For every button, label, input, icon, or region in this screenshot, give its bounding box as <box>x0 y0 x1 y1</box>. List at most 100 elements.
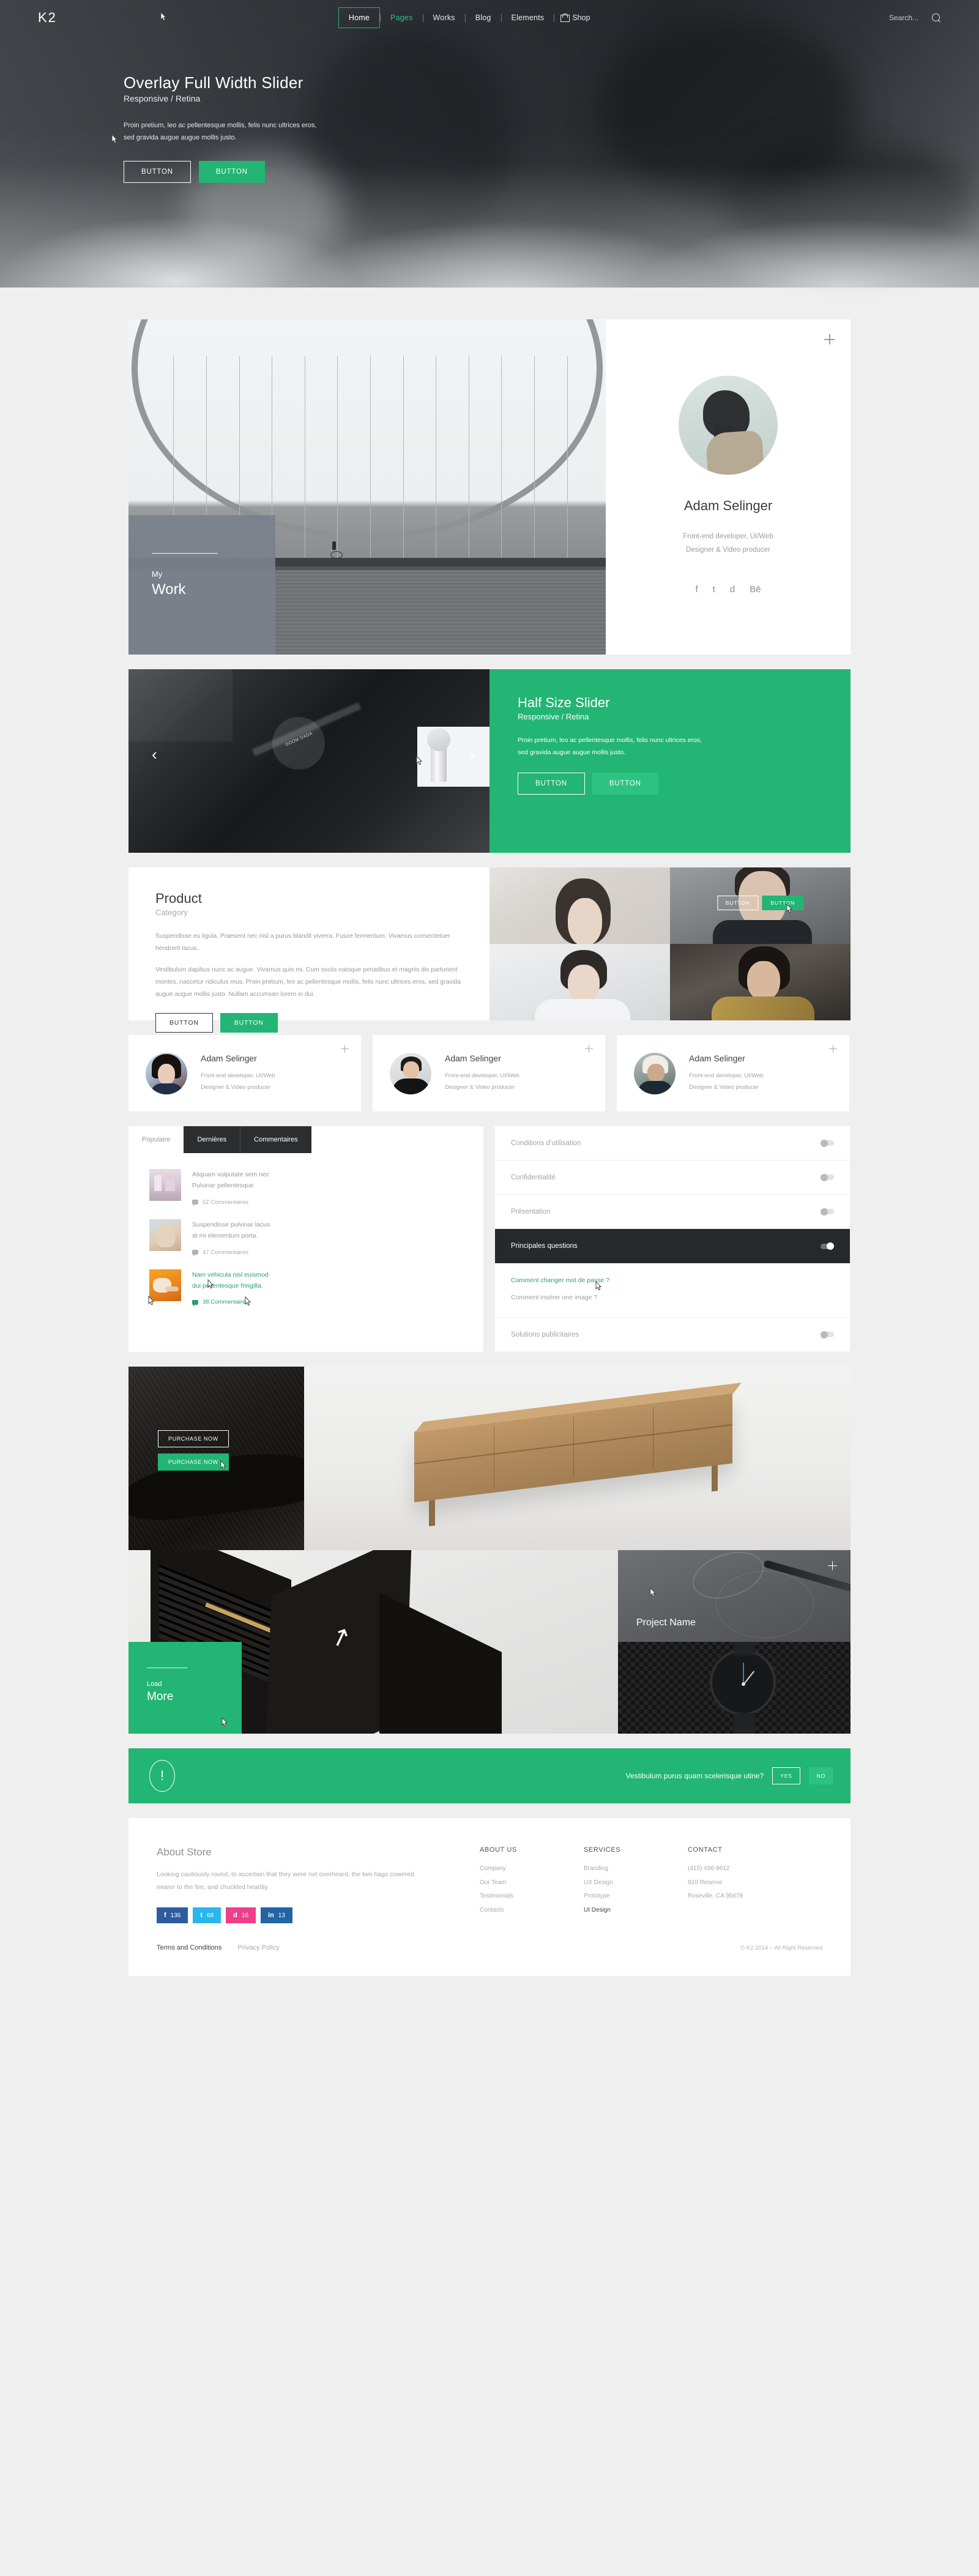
twitter-icon: t <box>200 1912 203 1919</box>
footer-link-our-team[interactable]: Our Team <box>480 1876 584 1890</box>
accordion-label: Conditions d’utilisation <box>511 1139 581 1147</box>
behance-icon[interactable]: Bē <box>750 584 761 595</box>
twitter-share-button[interactable]: t 68 <box>193 1907 221 1923</box>
team-card[interactable]: Adam Selinger Front-end developer, UI/We… <box>373 1035 605 1112</box>
post-title[interactable]: Nam vehicula nisl euismod dui pellentesq… <box>192 1269 269 1292</box>
toggle-switch[interactable] <box>821 1331 834 1338</box>
team-card[interactable]: Adam Selinger Front-end developer, UI/We… <box>128 1035 361 1112</box>
contact-city: Roseville, CA 95678 <box>688 1893 743 1899</box>
slider-prev-arrow[interactable]: ‹ <box>152 745 157 764</box>
nav-item-elements[interactable]: Elements <box>502 8 554 28</box>
work-image[interactable]: My Work <box>128 319 606 655</box>
toggle-switch[interactable] <box>821 1173 834 1181</box>
plus-icon[interactable] <box>341 1045 349 1053</box>
privacy-link[interactable]: Privacy Policy <box>237 1944 279 1951</box>
tab-dernieres[interactable]: Dernières <box>184 1126 240 1153</box>
gallery-column-right: Project Name <box>618 1550 851 1734</box>
half-slider-buttons: BUTTON BUTTON <box>518 772 851 795</box>
team-role-line1: Front-end developer, UI/Web <box>689 1072 764 1080</box>
site-logo[interactable]: K2 <box>38 10 57 26</box>
facebook-icon[interactable]: f <box>695 584 698 595</box>
nav-item-home[interactable]: Home <box>338 7 381 28</box>
product-tile[interactable]: BUTTON BUTTON <box>670 867 851 944</box>
tile-primary-button[interactable]: BUTTON <box>762 896 804 910</box>
load-more-panel[interactable]: Load More <box>128 1642 242 1734</box>
facebook-share-button[interactable]: f 136 <box>157 1907 188 1923</box>
gallery-row-1: PURCHASE NOW PURCHASE NOW <box>128 1367 851 1550</box>
list-item[interactable]: Aliquam vulputate sem nec Pulvinar pelle… <box>149 1169 483 1207</box>
profile-role-line2: Designer & Video producer <box>686 546 770 554</box>
list-item[interactable]: Suspendisse pulvinar lacus at mi element… <box>149 1219 483 1256</box>
hero-primary-button[interactable]: BUTTON <box>198 160 265 183</box>
plus-icon[interactable] <box>585 1045 593 1053</box>
accordion-row-presentation[interactable]: Présentation <box>495 1195 850 1229</box>
project-name: Project Name <box>636 1617 696 1628</box>
purchase-primary-button[interactable]: PURCHASE NOW <box>158 1453 229 1471</box>
footer-link-company[interactable]: Company <box>480 1862 584 1876</box>
footer-link-list: Branding UX Design Prototype UI Design <box>584 1862 688 1917</box>
gallery-tile-watch[interactable] <box>618 1642 851 1734</box>
team-member-name: Adam Selinger <box>201 1053 257 1064</box>
product-ghost-button[interactable]: BUTTON <box>155 1013 213 1033</box>
comment-icon <box>192 1200 198 1207</box>
nav-item-works[interactable]: Works <box>423 8 465 28</box>
product-primary-button[interactable]: BUTTON <box>220 1013 278 1033</box>
accordion-row-principales-questions[interactable]: Principales questions <box>495 1229 850 1263</box>
half-slider-primary-button[interactable]: BUTTON <box>592 772 658 795</box>
alert-no-button[interactable]: NO <box>808 1767 833 1784</box>
product-tile[interactable] <box>670 944 851 1020</box>
toggle-switch[interactable] <box>821 1208 834 1216</box>
terms-link[interactable]: Terms and Conditions <box>157 1944 221 1951</box>
accordion-row-conditions[interactable]: Conditions d’utilisation <box>495 1126 850 1160</box>
dribbble-icon[interactable]: d <box>730 584 735 595</box>
gallery-tile-furniture[interactable] <box>304 1367 851 1550</box>
alert-yes-button[interactable]: YES <box>772 1767 800 1784</box>
product-tile[interactable] <box>489 944 670 1020</box>
footer-contact-list: (415) 496-9612 920 Reserve Roseville, CA… <box>688 1862 822 1904</box>
toggle-switch[interactable] <box>821 1139 834 1147</box>
list-item[interactable]: Nam vehicula nisl euismod dui pellentesq… <box>148 1269 483 1307</box>
footer-link-testimonials[interactable]: Testimonials <box>480 1890 584 1904</box>
footer-link-ux-design[interactable]: UX Design <box>584 1876 688 1890</box>
slider-thumbnail[interactable] <box>417 727 489 787</box>
toggle-switch[interactable] <box>821 1242 834 1250</box>
tab-populaire[interactable]: Populaire <box>128 1126 184 1153</box>
nav-item-pages[interactable]: Pages <box>381 8 422 28</box>
tab-commentaires[interactable]: Commentaires <box>240 1126 311 1153</box>
dribbble-icon: d <box>233 1912 237 1919</box>
accordion-row-confidentialite[interactable]: Confidentialité <box>495 1160 850 1195</box>
hero-ghost-button[interactable]: BUTTON <box>124 160 191 183</box>
linkedin-share-button[interactable]: in 13 <box>261 1907 292 1923</box>
tile-ghost-button[interactable]: BUTTON <box>717 896 759 910</box>
footer-column-heading: SERVICES <box>584 1846 621 1854</box>
accordion-question-password[interactable]: Comment changer mot de passe ? <box>511 1277 834 1284</box>
post-thumbnail <box>149 1269 181 1301</box>
nav-item-blog[interactable]: Blog <box>466 8 501 28</box>
footer-link-ui-design[interactable]: UI Design <box>584 1904 688 1918</box>
purchase-ghost-button[interactable]: PURCHASE NOW <box>158 1430 229 1447</box>
twitter-icon[interactable]: t <box>713 584 715 595</box>
project-card[interactable]: Project Name <box>618 1550 851 1642</box>
gallery-tile-box[interactable]: ↗ Load More <box>128 1550 618 1734</box>
product-tile[interactable] <box>489 867 670 944</box>
plus-icon[interactable] <box>824 334 835 344</box>
plus-icon[interactable] <box>828 1561 837 1570</box>
team-card[interactable]: Adam Selinger Front-end developer, UI/We… <box>617 1035 849 1112</box>
dribbble-share-button[interactable]: d 16 <box>226 1907 256 1923</box>
accordion-label: Solutions publicitaires <box>511 1331 579 1338</box>
search-input[interactable] <box>863 13 918 22</box>
search-icon[interactable] <box>932 13 941 23</box>
half-slider-ghost-button[interactable]: BUTTON <box>518 772 585 795</box>
slider-next-arrow[interactable]: › <box>469 745 475 764</box>
work-overlay-panel[interactable]: My Work <box>128 515 275 655</box>
accordion-row-solutions[interactable]: Solutions publicitaires <box>495 1318 850 1352</box>
gallery-tile-shoe[interactable]: PURCHASE NOW PURCHASE NOW <box>128 1367 304 1550</box>
plus-icon[interactable] <box>829 1045 837 1053</box>
footer-link-contacts[interactable]: Contacts <box>480 1904 584 1918</box>
footer-link-branding[interactable]: Branding <box>584 1862 688 1876</box>
team-info: Adam Selinger Front-end developer, UI/We… <box>201 1053 275 1093</box>
footer-link-prototype[interactable]: Prototype <box>584 1890 688 1904</box>
nav-item-shop[interactable]: Shop <box>554 13 596 22</box>
accordion-question-image[interactable]: Comment insérer une image ? <box>511 1294 834 1301</box>
team-role-line1: Front-end developer, UI/Web <box>201 1072 275 1080</box>
